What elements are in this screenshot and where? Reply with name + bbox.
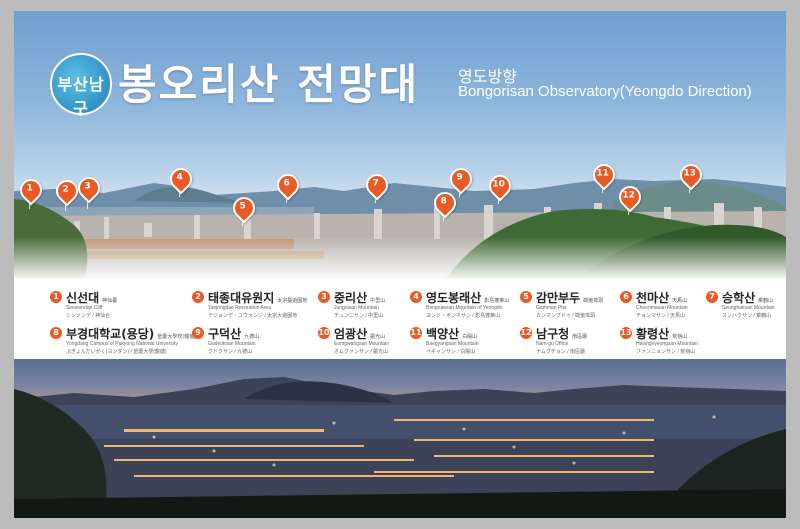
- legend-number: 9: [192, 327, 204, 339]
- legend-number: 10: [318, 327, 330, 339]
- legend-japanese: オムグァンサン / 嚴光山: [334, 349, 389, 355]
- legend-name: 부경대학교(용당) 釜慶大學校(龍塘): [66, 327, 197, 341]
- logo-text: 부산남구: [57, 75, 105, 118]
- legend-english: Nam-gu Office: [536, 341, 569, 347]
- legend-name: 엄광산 嚴光山: [334, 327, 386, 341]
- legend-japanese: ナムグチョン / 南區廳: [536, 349, 586, 355]
- landmark-legend: 1 신선대 神仙臺 Sinseondae Cliff シンソンデ / 神仙台 2 …: [14, 279, 786, 359]
- legend-japanese: シンソンデ / 神仙台: [66, 313, 111, 319]
- legend-name: 중리산 中里山: [334, 291, 386, 305]
- night-landscape: [14, 377, 786, 518]
- legend-name: 남구청 南區廳: [536, 327, 588, 341]
- legend-english: Hwangnyeongsan Mountain: [636, 341, 698, 347]
- legend-japanese: ぷぎょんだいがく(ヨンダン) / 釜慶大學(龍塘): [66, 349, 167, 355]
- legend-english: Cheonmasan Mountain: [636, 305, 688, 311]
- legend-english: Baegyangsan Mountain: [426, 341, 479, 347]
- legend-number: 13: [620, 327, 632, 339]
- legend-english: Bongnaesan Mountain of Yeongdo: [426, 305, 503, 311]
- legend-name: 천마산 天馬山: [636, 291, 688, 305]
- legend-english: Taejongdae Recreation Area: [208, 305, 272, 311]
- legend-english: Eomgwangsan Mountain: [334, 341, 390, 347]
- legend-number: 8: [50, 327, 62, 339]
- legend-name: 황령산 荒嶺山: [636, 327, 688, 341]
- legend-name: 감만부두 戡蠻埠頭: [536, 291, 604, 305]
- namgu-logo: 부산남구: [50, 53, 112, 118]
- page-title: 봉오리산 전망대: [118, 60, 420, 109]
- signboard: 부산남구 봉오리산 전망대 영도방향 Bongorisan Observator…: [0, 0, 800, 529]
- legend-english: Seunghaksan Mountain: [722, 305, 775, 311]
- legend-english: Gudeoksan Mountain: [208, 341, 256, 347]
- legend-number: 6: [620, 291, 632, 303]
- legend-number: 1: [50, 291, 62, 303]
- legend-japanese: ペギャンサン / 白陽山: [426, 349, 476, 355]
- legend-number: 11: [410, 327, 422, 339]
- legend-english: Gamman Pier: [536, 305, 567, 311]
- legend-number: 7: [706, 291, 718, 303]
- signboard-panel: 부산남구 봉오리산 전망대 영도방향 Bongorisan Observator…: [14, 11, 786, 518]
- legend-japanese: カンマンブドゥ / 戡蠻埠頭: [536, 313, 596, 319]
- legend-number: 4: [410, 291, 422, 303]
- legend-name: 백양산 白陽山: [426, 327, 478, 341]
- legend-japanese: スンハクサン / 乘鶴山: [722, 313, 772, 319]
- legend-japanese: チョンマサン / 天馬山: [636, 313, 686, 319]
- night-panorama: [14, 359, 786, 518]
- legend-name: 승학산 乘鶴山: [722, 291, 774, 305]
- legend-name: 태종대유원지 太宗臺遊園地: [208, 291, 308, 305]
- title-english: Bongorisan Observatory(Yeongdo Direction…: [458, 83, 752, 100]
- legend-number: 2: [192, 291, 204, 303]
- legend-number: 5: [520, 291, 532, 303]
- legend-name: 영도봉래산 影島蓬萊山: [426, 291, 510, 305]
- legend-japanese: クドクサン / 九德山: [208, 349, 253, 355]
- legend-number: 3: [318, 291, 330, 303]
- legend-name: 신선대 神仙臺: [66, 291, 118, 305]
- legend-japanese: テジョンデ・ユウォンジ / 太宗大遊園地: [208, 313, 298, 319]
- legend-english: Jungnisan Mountain: [334, 305, 379, 311]
- legend-number: 12: [520, 327, 532, 339]
- legend-name: 구덕산 九德山: [208, 327, 260, 341]
- legend-english: Sinseondae Cliff: [66, 305, 103, 311]
- legend-japanese: ファンニョンサン / 荒嶺山: [636, 349, 696, 355]
- legend-japanese: ヨンド・ボンネサン / 影島蓬萊山: [426, 313, 501, 319]
- legend-english: Yongdang Campus of Pukyong National Univ…: [66, 341, 178, 347]
- legend-japanese: チュンニサン / 中里山: [334, 313, 384, 319]
